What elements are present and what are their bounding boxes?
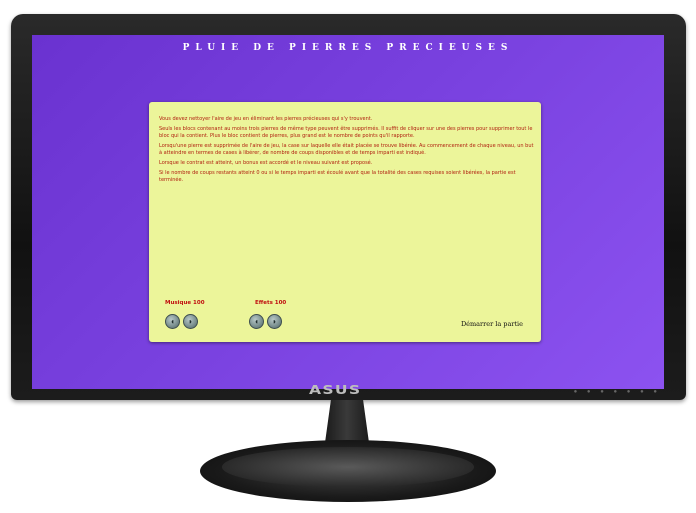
effects-volume-label: Effets 100 xyxy=(255,300,287,306)
rule-paragraph: Lorsqu'une pierre est supprimée de l'air… xyxy=(159,143,534,156)
monitor-buttons: ● ● ● ● ● ● ● xyxy=(573,389,661,395)
monitor-base-top xyxy=(222,447,474,487)
music-volume-down-button[interactable]: ◖ xyxy=(165,314,180,329)
effects-volume-down-button[interactable]: ◖ xyxy=(249,314,264,329)
music-volume-up-button[interactable]: ◗ xyxy=(183,314,198,329)
volume-up-icon: ◗ xyxy=(188,316,193,326)
rule-paragraph: Si le nombre de coups restants atteint 0… xyxy=(159,170,516,183)
volume-down-icon: ◖ xyxy=(254,316,259,326)
rule-paragraph: Vous devez nettoyer l'aire de jeu en éli… xyxy=(159,116,373,122)
effects-volume-up-button[interactable]: ◗ xyxy=(267,314,282,329)
monitor-brand-logo: ASUS xyxy=(308,383,362,397)
start-game-button[interactable]: Démarrer la partie xyxy=(461,320,523,328)
volume-down-icon: ◖ xyxy=(170,316,175,326)
volume-up-icon: ◗ xyxy=(272,316,277,326)
rules-text: Vous devez nettoyer l'aire de jeu en éli… xyxy=(159,116,535,187)
rule-paragraph: Seuls les blocs contenant au moins trois… xyxy=(159,126,533,139)
rules-panel: Vous devez nettoyer l'aire de jeu en éli… xyxy=(149,102,541,342)
music-volume-label: Musique 100 xyxy=(165,300,205,306)
rule-paragraph: Lorsque le contrat est atteint, un bonus… xyxy=(159,160,373,166)
game-title: PLUIE DE PIERRES PRECIEUSES xyxy=(182,43,514,53)
